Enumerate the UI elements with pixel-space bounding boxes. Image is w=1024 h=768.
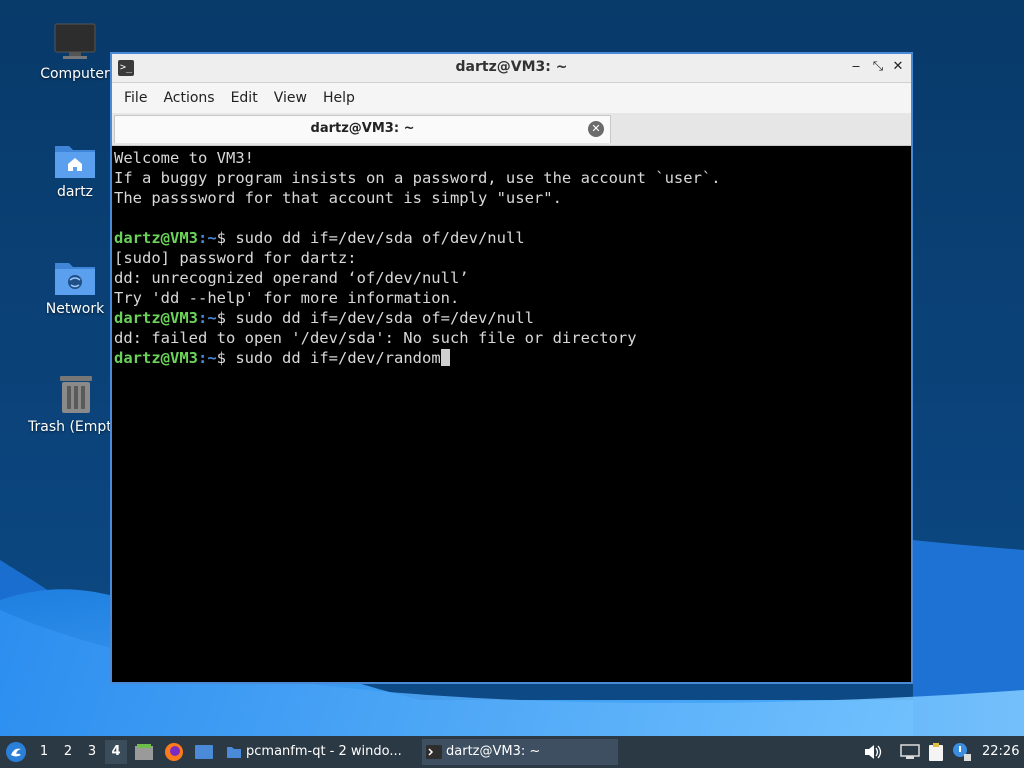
firefox-icon[interactable] bbox=[164, 742, 184, 762]
start-menu-icon[interactable] bbox=[5, 741, 27, 763]
terminal-output-text: [sudo] password for dartz: bbox=[114, 249, 357, 267]
prompt-symbol: $ bbox=[216, 309, 227, 327]
terminal-line: [sudo] password for dartz: bbox=[114, 248, 909, 268]
desktop-icon-label: Computer bbox=[40, 66, 110, 82]
terminal-output-text: dd: unrecognized operand ‘of/dev/null’ bbox=[114, 269, 469, 287]
folder-icon bbox=[227, 747, 241, 758]
update-notifier-icon[interactable] bbox=[952, 742, 972, 762]
network-folder-icon bbox=[55, 263, 95, 295]
window-title: dartz@VM3: ~ bbox=[455, 59, 568, 75]
desktop-icon-dartz[interactable]: dartz bbox=[27, 140, 123, 200]
clipboard-icon[interactable] bbox=[927, 742, 945, 762]
minimize-button[interactable]: ‒ bbox=[847, 58, 865, 76]
computer-icon bbox=[54, 23, 96, 59]
terminal-output-text: dd: failed to open '/dev/sda': No such f… bbox=[114, 329, 637, 347]
prompt-path: :~ bbox=[198, 309, 217, 327]
text-cursor bbox=[440, 349, 450, 366]
terminal-output-text: Try 'dd --help' for more information. bbox=[114, 289, 460, 307]
prompt-symbol: $ bbox=[216, 349, 227, 367]
terminal-line: Try 'dd --help' for more information. bbox=[114, 288, 909, 308]
terminal-output[interactable]: Welcome to VM3! If a buggy program insist… bbox=[112, 146, 911, 682]
close-button[interactable]: ✕ bbox=[889, 58, 907, 76]
terminal-line: If a buggy program insists on a password… bbox=[114, 168, 909, 188]
prompt-user: dartz@VM3 bbox=[114, 229, 198, 247]
prompt-path: :~ bbox=[198, 229, 217, 247]
terminal-line: dartz@VM3:~$ sudo dd if=/dev/sda of/dev/… bbox=[114, 228, 909, 248]
menu-edit[interactable]: Edit bbox=[223, 90, 266, 106]
desktop-icon-label: dartz bbox=[56, 184, 94, 200]
command-text: sudo dd if=/dev/random bbox=[226, 349, 441, 367]
command-text: sudo dd if=/dev/sda of/dev/null bbox=[226, 229, 525, 247]
terminal-window[interactable]: >_ dartz@VM3: ~ ‒ ⤡ ✕ File Actions Edit … bbox=[110, 52, 913, 684]
terminal-line: The passsword for that account is simply… bbox=[114, 188, 909, 208]
terminal-line: dd: unrecognized operand ‘of/dev/null’ bbox=[114, 268, 909, 288]
terminal-icon bbox=[426, 745, 442, 759]
workspace-4[interactable]: 4 bbox=[105, 740, 127, 764]
desktop-icon-trash[interactable]: Trash (Empty) bbox=[14, 373, 110, 435]
prompt-user: dartz@VM3 bbox=[114, 309, 198, 327]
desktop-icon-computer[interactable]: Computer bbox=[27, 22, 123, 82]
tab-label: dartz@VM3: ~ bbox=[310, 121, 415, 136]
workspace-3[interactable]: 3 bbox=[81, 740, 103, 764]
task-label: pcmanfm-qt - 2 windo... bbox=[246, 744, 402, 759]
menu-actions[interactable]: Actions bbox=[155, 90, 222, 106]
terminal-line: dd: failed to open '/dev/sda': No such f… bbox=[114, 328, 909, 348]
menu-help[interactable]: Help bbox=[315, 90, 363, 106]
workspace-2[interactable]: 2 bbox=[57, 740, 79, 764]
tabbar: dartz@VM3: ~ ✕ bbox=[112, 113, 911, 146]
terminal-line: dartz@VM3:~$ sudo dd if=/dev/sda of=/dev… bbox=[114, 308, 909, 328]
volume-icon[interactable] bbox=[864, 744, 882, 760]
home-folder-icon bbox=[55, 146, 95, 178]
taskbar: 1 2 3 4 pcmanfm-qt - 2 windo... dartz@VM… bbox=[0, 736, 1024, 768]
desktop-icon-label: Network bbox=[45, 301, 105, 317]
menu-file[interactable]: File bbox=[116, 90, 155, 106]
workspace-1[interactable]: 1 bbox=[33, 740, 55, 764]
desktop-icon-network[interactable]: Network bbox=[27, 257, 123, 317]
terminal-line: dartz@VM3:~$ sudo dd if=/dev/random bbox=[114, 348, 909, 368]
terminal-line: Welcome to VM3! bbox=[114, 148, 909, 168]
terminal-output-text: If a buggy program insists on a password… bbox=[114, 169, 721, 187]
file-manager-launcher-icon[interactable] bbox=[134, 743, 154, 761]
desktop-icon-label: Trash (Empty) bbox=[28, 419, 110, 435]
show-desktop-icon[interactable] bbox=[194, 744, 214, 760]
clock[interactable]: 22:26 bbox=[982, 736, 1019, 768]
prompt-path: :~ bbox=[198, 349, 217, 367]
tab-terminal[interactable]: dartz@VM3: ~ ✕ bbox=[114, 115, 611, 143]
tab-close-icon[interactable]: ✕ bbox=[588, 121, 604, 137]
terminal-output-text: Welcome to VM3! bbox=[114, 149, 254, 167]
window-titlebar[interactable]: >_ dartz@VM3: ~ ‒ ⤡ ✕ bbox=[112, 54, 911, 83]
prompt-symbol: $ bbox=[216, 229, 227, 247]
maximize-button[interactable]: ⤡ bbox=[869, 58, 887, 76]
task-label: dartz@VM3: ~ bbox=[446, 744, 541, 759]
network-status-icon[interactable] bbox=[900, 744, 920, 760]
trash-icon bbox=[60, 376, 92, 413]
task-terminal[interactable]: dartz@VM3: ~ bbox=[422, 739, 618, 765]
menubar: File Actions Edit View Help bbox=[112, 83, 911, 113]
task-pcmanfm[interactable]: pcmanfm-qt - 2 windo... bbox=[222, 739, 418, 765]
prompt-user: dartz@VM3 bbox=[114, 349, 198, 367]
terminal-output-text: The passsword for that account is simply… bbox=[114, 189, 562, 207]
command-text: sudo dd if=/dev/sda of=/dev/null bbox=[226, 309, 534, 327]
menu-view[interactable]: View bbox=[266, 90, 315, 106]
